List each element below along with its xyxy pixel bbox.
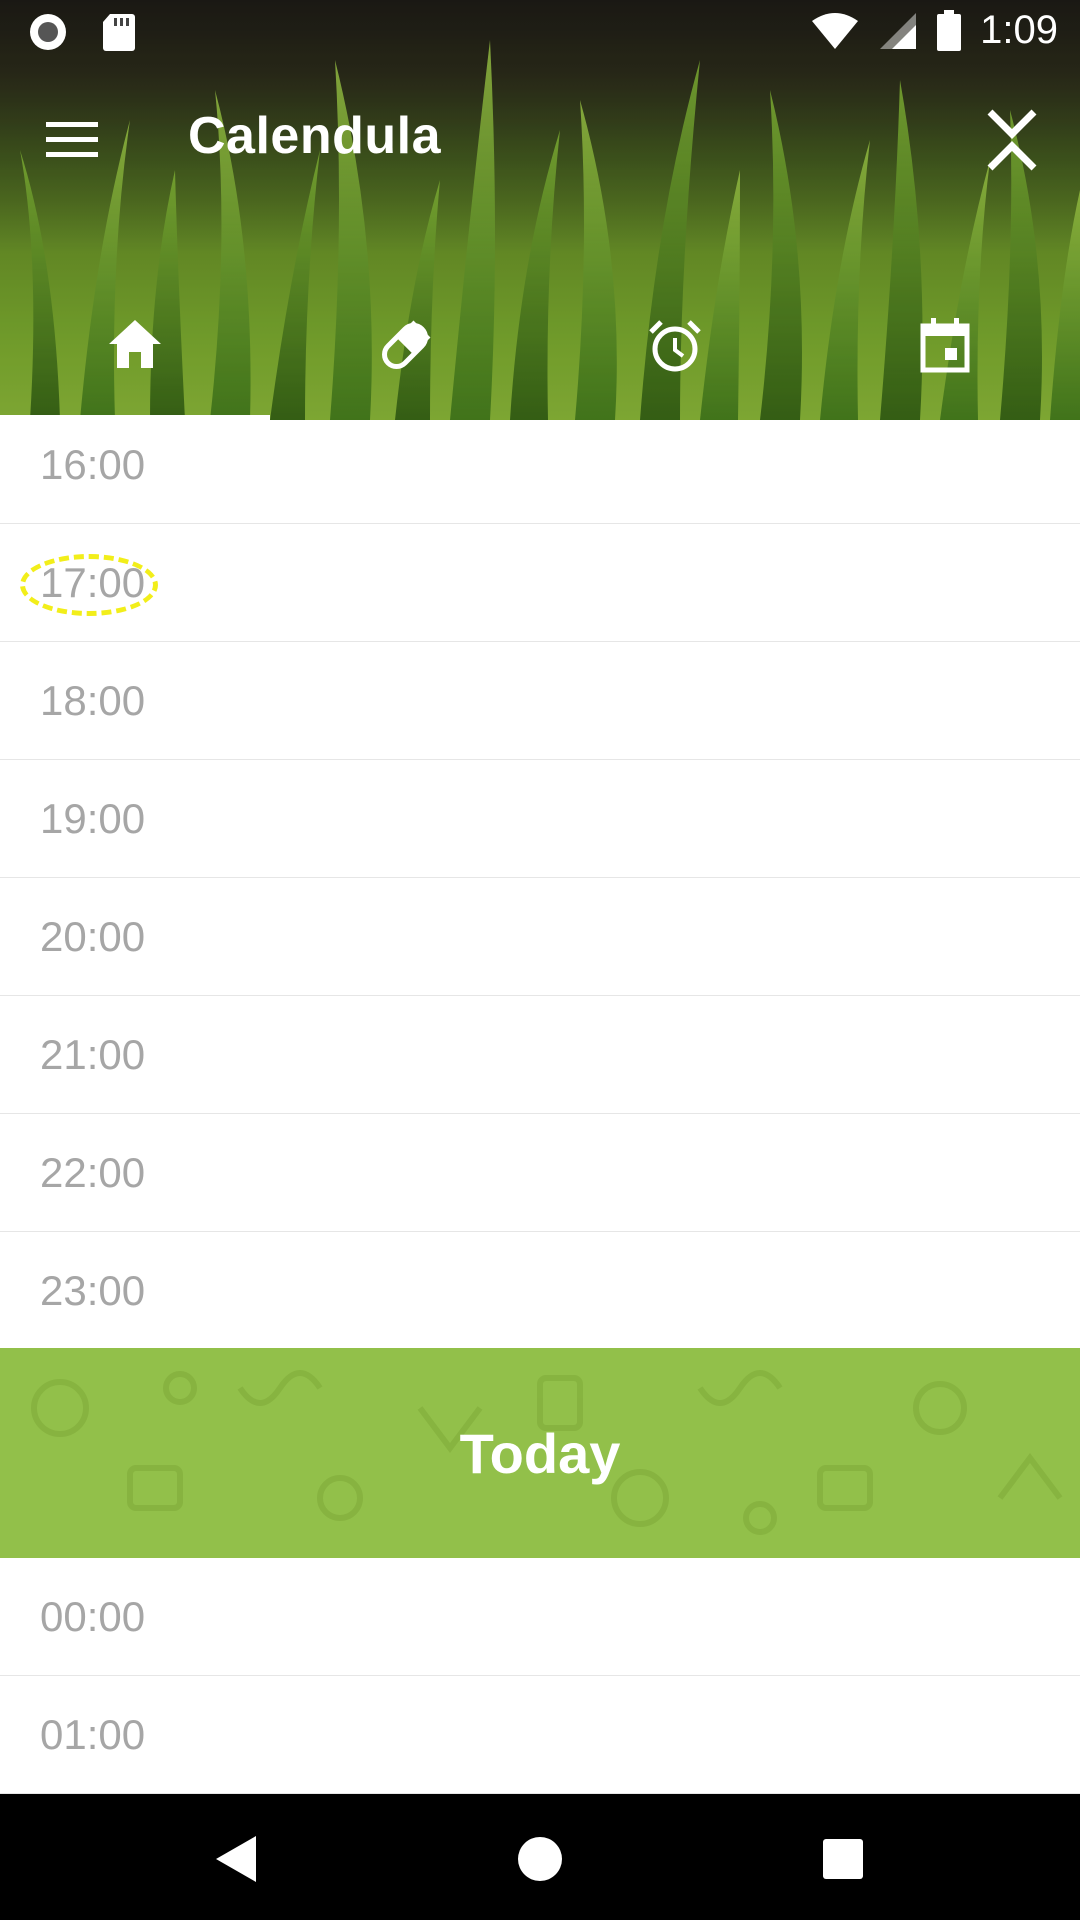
- today-label: Today: [459, 1421, 621, 1485]
- tab-bar: [0, 300, 1080, 420]
- record-icon: [30, 14, 66, 50]
- hour-row[interactable]: 22:00: [0, 1114, 1080, 1232]
- status-bar: 1:09: [0, 0, 1080, 63]
- sd-card-icon: [103, 14, 135, 51]
- alarm-clock-icon: [649, 320, 701, 372]
- hour-label: 18:00: [40, 677, 146, 724]
- battery-icon: [937, 9, 962, 51]
- hour-label: 19:00: [40, 795, 146, 842]
- hour-row[interactable]: 23:00: [0, 1232, 1080, 1350]
- home-circle-icon[interactable]: [505, 1824, 575, 1894]
- today-divider: Today: [0, 1348, 1080, 1558]
- hour-label: 22:00: [40, 1149, 146, 1196]
- hour-row[interactable]: 00:00: [0, 1558, 1080, 1676]
- signal-icon: [880, 12, 917, 49]
- hour-label: 23:00: [40, 1267, 146, 1314]
- hour-row[interactable]: 18:00: [0, 642, 1080, 760]
- tab-schedules[interactable]: [540, 300, 810, 420]
- hour-label: 00:00: [40, 1593, 146, 1640]
- wifi-icon: [812, 12, 859, 49]
- hour-label: 20:00: [40, 913, 146, 960]
- pill-icon: [382, 320, 431, 369]
- home-icon: [109, 320, 161, 368]
- hour-row[interactable]: 21:00: [0, 996, 1080, 1114]
- toolbar: Calendula: [0, 70, 1080, 210]
- hour-label: 21:00: [40, 1031, 146, 1078]
- app-title: Calendula: [188, 107, 441, 165]
- status-clock: 1:09: [980, 8, 1058, 52]
- recents-icon[interactable]: [808, 1824, 878, 1894]
- hamburger-menu-icon[interactable]: [40, 112, 104, 168]
- hour-row[interactable]: 16:00: [0, 420, 1080, 524]
- hour-row[interactable]: 01:00: [0, 1676, 1080, 1794]
- hour-row[interactable]: 19:00: [0, 760, 1080, 878]
- timeline-list[interactable]: 16:00 17:00 18:00 19:00 20:00 21:00 22:0…: [0, 420, 1080, 1794]
- app-header: 1:09 Calendula: [0, 0, 1080, 420]
- tab-calendar[interactable]: [810, 300, 1080, 420]
- hour-row[interactable]: 17:00: [0, 524, 1080, 642]
- tab-medicines[interactable]: [270, 300, 540, 420]
- hour-label: 17:00: [40, 559, 146, 606]
- back-icon[interactable]: [200, 1824, 270, 1894]
- calendar-icon: [920, 318, 970, 373]
- hour-label: 01:00: [40, 1711, 146, 1758]
- hour-row[interactable]: 20:00: [0, 878, 1080, 996]
- hour-label: 16:00: [40, 441, 146, 488]
- collapse-expand-icon[interactable]: [980, 100, 1044, 180]
- system-navigation-bar: [0, 1794, 1080, 1920]
- tab-home[interactable]: [0, 300, 270, 420]
